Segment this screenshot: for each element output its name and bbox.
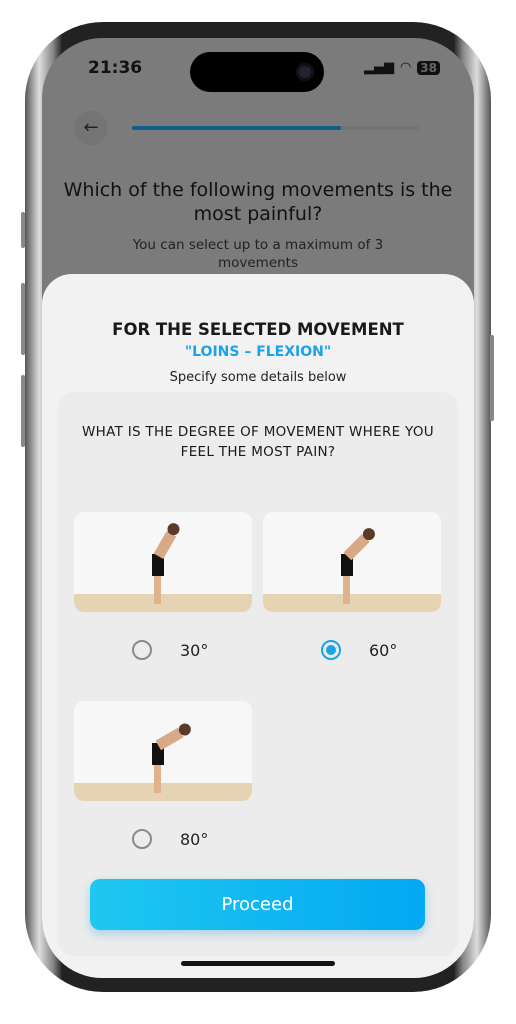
question-subtitle: You can select up to a maximum of 3 move…	[132, 237, 384, 271]
degree-option[interactable]: 80°	[74, 701, 252, 849]
progress-bar	[132, 126, 418, 130]
degree-radio[interactable]	[321, 640, 341, 660]
degree-card: WHAT IS THE DEGREE OF MOVEMENT WHERE YOU…	[58, 392, 458, 956]
camera-icon	[296, 63, 314, 81]
degree-option[interactable]: 30°	[74, 512, 252, 660]
movement-image	[263, 512, 441, 612]
degree-label: 30°	[180, 641, 209, 660]
sheet-title: FOR THE SELECTED MOVEMENT	[112, 320, 404, 339]
back-button[interactable]: ←	[74, 111, 108, 145]
bottom-sheet: FOR THE SELECTED MOVEMENT "LOINS – FLEXI…	[42, 274, 474, 978]
dynamic-island	[190, 52, 324, 92]
progress-fill	[132, 126, 341, 130]
status-time: 21:36	[88, 58, 143, 78]
volume-down-button	[21, 375, 25, 447]
battery-icon: 38	[417, 60, 440, 75]
proceed-button[interactable]: Proceed	[90, 879, 425, 930]
screen: 21:36 ▂▄▆ ◠ 38 ← Which of the following …	[42, 38, 474, 978]
mute-switch	[21, 212, 25, 248]
question-title: Which of the following movements is the …	[63, 179, 453, 225]
arrow-left-icon: ←	[83, 117, 99, 138]
degree-radio[interactable]	[132, 829, 152, 849]
degree-option[interactable]: 60°	[263, 512, 441, 660]
volume-up-button	[21, 283, 25, 355]
degree-label: 60°	[369, 641, 398, 660]
card-question: WHAT IS THE DEGREE OF MOVEMENT WHERE YOU…	[82, 424, 434, 460]
movement-image	[74, 701, 252, 801]
sheet-instruction: Specify some details below	[169, 370, 347, 385]
power-button	[490, 335, 494, 421]
signal-icon: ▂▄▆	[363, 60, 394, 75]
selected-movement: "LOINS – FLEXION"	[184, 344, 332, 360]
wifi-icon: ◠	[399, 60, 412, 75]
home-indicator	[181, 961, 335, 966]
degree-radio[interactable]	[132, 640, 152, 660]
degree-label: 80°	[180, 830, 209, 849]
movement-image	[74, 512, 252, 612]
